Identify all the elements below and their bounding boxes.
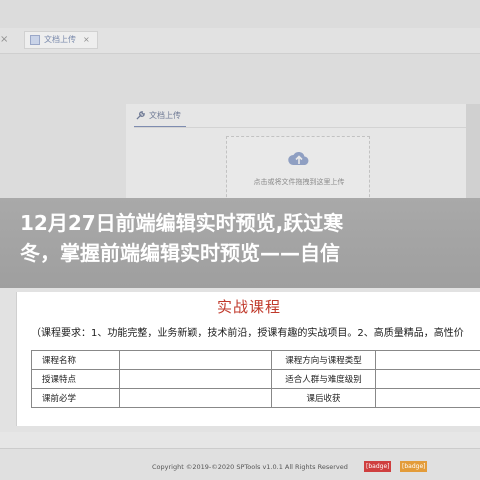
tab-label: 文档上传 [44,35,76,44]
title-banner: 12月27日前端编辑实时预览,跃过寒 冬，掌握前端编辑实时预览——自信 [0,198,480,288]
banner-title-line2: 冬，掌握前端编辑实时预览——自信 [20,241,340,265]
upload-dropzone[interactable]: 点击或将文件拖拽到这里上传 [226,136,370,202]
panel-title[interactable]: 文档上传 [149,110,181,121]
course-table: 课程名称 课程方向与课程类型 授课特点 适合人群与难度级别 课前必学 课后收获 [31,350,480,408]
table-cell [375,369,480,389]
document-preview: 实战课程 （课程要求：1、功能完整，业务新颖，技术前沿，授课有趣的实战项目。2、… [16,292,480,426]
close-icon[interactable]: × [0,33,8,47]
banner-title-line1: 12月27日前端编辑实时预览,跃过寒 [20,211,344,235]
footer-badge[interactable]: [badge] [400,461,428,472]
table-cell: 课后收获 [271,388,376,408]
table-cell [119,369,272,389]
footer-badge[interactable]: [badge] [364,461,392,472]
footer: Copyright ©2019-©2020 SPTools v1.0.1 All… [0,448,480,480]
document-icon [30,35,40,45]
table-cell: 授课特点 [31,369,120,389]
tab-close-icon[interactable]: × [83,35,90,45]
tab-document-upload[interactable]: 文档上传 × [24,31,98,49]
upload-panel: 文档上传 点击或将文件拖拽到这里上传 [126,104,470,208]
document-title: 实战课程 [216,298,281,316]
table-cell: 课程名称 [31,350,120,370]
side-strip [466,104,480,200]
copyright-text: Copyright ©2019-©2020 SPTools v1.0.1 All… [152,463,348,471]
cloud-upload-icon [288,152,309,165]
upload-hint: 点击或将文件拖拽到这里上传 [253,178,345,186]
wrench-icon [136,111,145,120]
table-row: 授课特点 适合人群与难度级别 [31,369,480,389]
table-cell [375,350,480,370]
table-cell: 课程方向与课程类型 [271,350,376,370]
panel-header: 文档上传 [136,110,181,121]
table-cell [375,388,480,408]
preview-bottom [0,432,480,448]
table-row: 课前必学 课后收获 [31,388,480,408]
divider [134,127,470,128]
course-requirements: （课程要求：1、功能完整，业务新颖，技术前沿，授课有趣的实战项目。2、高质量精品… [31,328,464,339]
table-cell: 适合人群与难度级别 [271,369,376,389]
tab-bar: × 文档上传 × [0,28,480,54]
table-row: 课程名称 课程方向与课程类型 [31,350,480,370]
table-cell [119,388,272,408]
banner-title: 12月27日前端编辑实时预览,跃过寒 冬，掌握前端编辑实时预览——自信 [20,208,470,268]
table-cell [119,350,272,370]
table-cell: 课前必学 [31,388,120,408]
